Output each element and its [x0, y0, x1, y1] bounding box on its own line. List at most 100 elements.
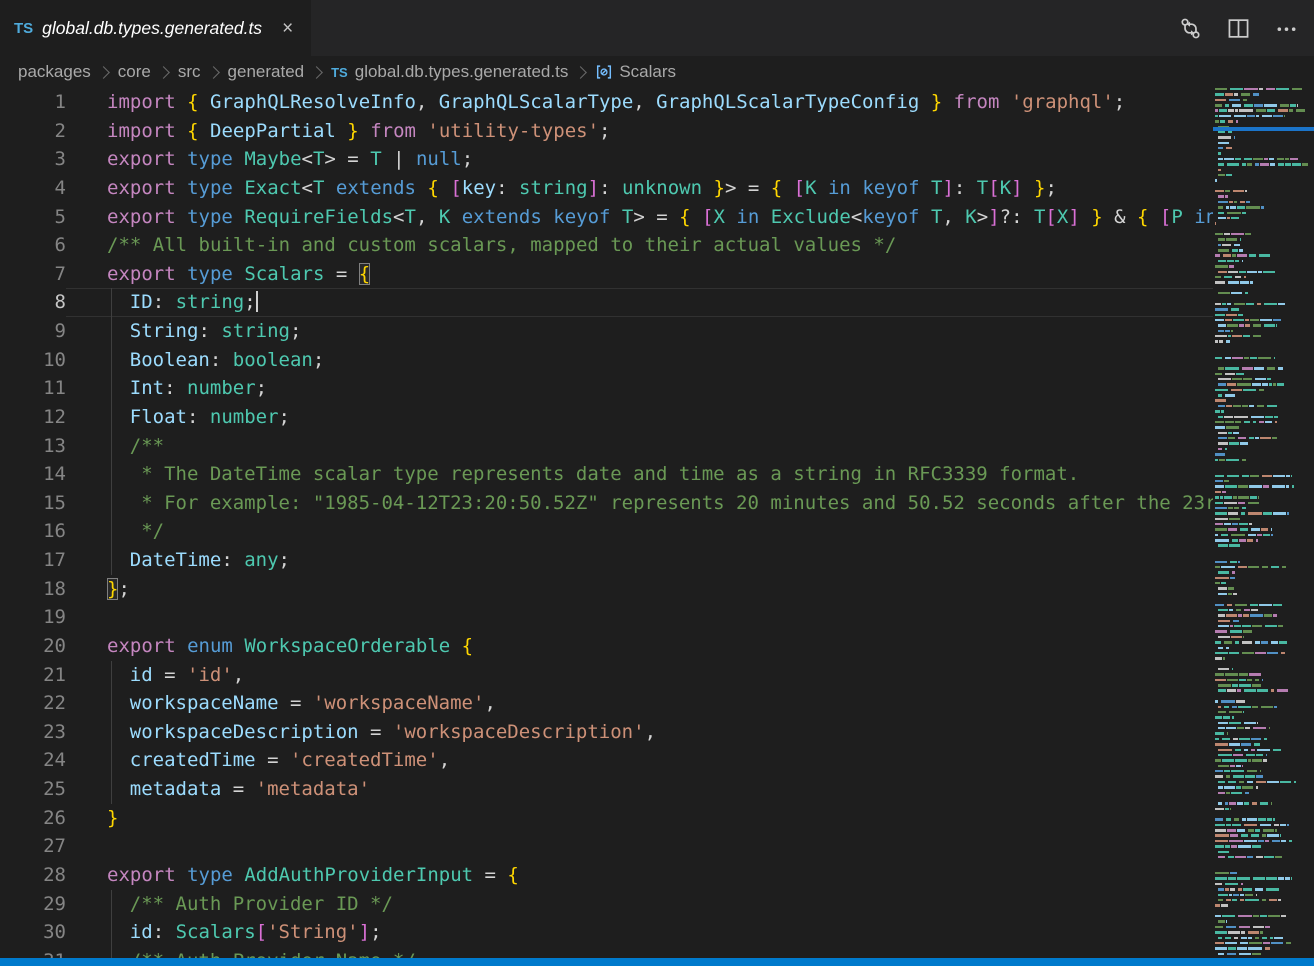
code-line[interactable]: 27 [0, 832, 1213, 861]
code-line[interactable]: 30id: Scalars['String']; [0, 918, 1213, 947]
line-number: 31 [0, 947, 66, 958]
breadcrumb-symbol-name: Scalars [619, 62, 676, 82]
minimap-line [1215, 561, 1240, 563]
close-icon[interactable]: × [278, 17, 297, 40]
more-actions-icon[interactable] [1274, 16, 1298, 40]
minimap-line [1215, 566, 1286, 568]
typescript-file-icon: TS [331, 65, 348, 80]
minimap-line [1218, 937, 1283, 939]
minimap-line [1218, 754, 1267, 756]
line-number: 29 [0, 890, 66, 919]
code-text: id: Scalars['String']; [66, 918, 1213, 947]
bracket-match-highlight: { [359, 263, 370, 285]
minimap-line [1215, 99, 1247, 101]
code-line[interactable]: 8ID: string; [0, 288, 1213, 317]
code-line[interactable]: 18}; [0, 575, 1213, 604]
code-line[interactable]: 15 * For example: "1985-04-12T23:20:50.5… [0, 489, 1213, 518]
line-number: 2 [0, 117, 66, 146]
minimap-line [1215, 109, 1305, 111]
breadcrumb-item-folder[interactable]: src [178, 62, 201, 82]
minimap-line [1218, 888, 1279, 890]
line-number: 27 [0, 832, 66, 861]
minimap[interactable] [1213, 88, 1314, 958]
minimap-line [1218, 706, 1278, 708]
line-number: 6 [0, 231, 66, 260]
line-number: 18 [0, 575, 66, 604]
breadcrumb-item-folder[interactable]: packages [18, 62, 91, 82]
minimap-line [1218, 448, 1227, 450]
minimap-line [1218, 174, 1232, 176]
minimap-line [1218, 571, 1235, 573]
code-line[interactable]: 21id = 'id', [0, 661, 1213, 690]
code-line[interactable]: 7export type Scalars = { [0, 260, 1213, 289]
code-text: String: string; [66, 317, 1213, 346]
code-line[interactable]: 25metadata = 'metadata' [0, 775, 1213, 804]
minimap-line [1215, 673, 1261, 675]
code-line[interactable]: 10Boolean: boolean; [0, 346, 1213, 375]
minimap-current-line-marker [1213, 127, 1314, 131]
minimap-line [1215, 523, 1252, 525]
editor-actions [1178, 0, 1314, 56]
tab-bar: TS global.db.types.generated.ts × [0, 0, 1314, 56]
code-line[interactable]: 24createdTime = 'createdTime', [0, 746, 1213, 775]
minimap-line [1218, 625, 1283, 627]
code-editor[interactable]: 1import { GraphQLResolveInfo, GraphQLSca… [0, 88, 1213, 958]
minimap-line [1218, 765, 1243, 767]
minimap-line [1218, 722, 1258, 724]
code-line[interactable]: 4export type Exact<T extends { [key: str… [0, 174, 1213, 203]
breadcrumb-item-file[interactable]: TS global.db.types.generated.ts [331, 62, 568, 82]
open-changes-icon[interactable] [1178, 16, 1202, 40]
minimap-line [1218, 593, 1239, 595]
code-line[interactable]: 6/** All built-in and custom scalars, ma… [0, 231, 1213, 260]
line-number: 5 [0, 203, 66, 232]
minimap-line [1215, 641, 1287, 643]
code-line[interactable]: 23workspaceDescription = 'workspaceDescr… [0, 718, 1213, 747]
minimap-line [1215, 700, 1245, 702]
code-line[interactable]: 9String: string; [0, 317, 1213, 346]
code-text: ID: string; [66, 288, 1213, 317]
minimap-line [1215, 877, 1292, 879]
minimap-line [1215, 926, 1270, 928]
minimap-line [1218, 620, 1241, 622]
symbol-type-icon [595, 63, 613, 81]
code-line[interactable]: 3export type Maybe<T> = T | null; [0, 145, 1213, 174]
minimap-line [1215, 233, 1251, 235]
minimap-line [1215, 88, 1304, 90]
code-line[interactable]: 31/** Auth Provider Name */ [0, 947, 1213, 958]
code-line[interactable]: 1import { GraphQLResolveInfo, GraphQLSca… [0, 88, 1213, 117]
code-line[interactable]: 5export type RequireFields<T, K extends … [0, 203, 1213, 232]
breadcrumb-item-folder[interactable]: generated [228, 62, 305, 82]
indent-guide [111, 317, 112, 346]
code-line[interactable]: 2import { DeepPartial } from 'utility-ty… [0, 117, 1213, 146]
code-line[interactable]: 29/** Auth Provider ID */ [0, 890, 1213, 919]
minimap-line [1215, 630, 1252, 632]
line-number: 12 [0, 403, 66, 432]
code-line[interactable]: 12Float: number; [0, 403, 1213, 432]
minimap-line [1218, 131, 1233, 133]
minimap-line [1218, 920, 1227, 922]
code-line[interactable]: 16 */ [0, 517, 1213, 546]
code-line[interactable]: 11Int: number; [0, 374, 1213, 403]
minimap-line [1215, 845, 1261, 847]
minimap-line [1215, 732, 1227, 734]
tab-global-db-types-generated[interactable]: TS global.db.types.generated.ts × [0, 0, 311, 56]
code-line[interactable]: 14 * The DateTime scalar type represents… [0, 460, 1213, 489]
code-line[interactable]: 13/** [0, 432, 1213, 461]
minimap-line [1215, 480, 1229, 482]
code-line[interactable]: 26} [0, 804, 1213, 833]
code-line[interactable]: 22workspaceName = 'workspaceName', [0, 689, 1213, 718]
minimap-line [1218, 195, 1228, 197]
code-line[interactable]: 20export enum WorkspaceOrderable { [0, 632, 1213, 661]
line-number: 25 [0, 775, 66, 804]
code-line[interactable]: 17DateTime: any; [0, 546, 1213, 575]
minimap-line [1215, 808, 1230, 810]
minimap-line [1215, 942, 1291, 944]
code-line[interactable]: 19 [0, 603, 1213, 632]
code-line[interactable]: 28export type AddAuthProviderInput = { [0, 861, 1213, 890]
breadcrumb-item-folder[interactable]: core [118, 62, 151, 82]
code-text: metadata = 'metadata' [66, 775, 1213, 804]
breadcrumb-item-symbol[interactable]: Scalars [595, 62, 676, 82]
minimap-line [1215, 281, 1253, 283]
code-text: id = 'id', [66, 661, 1213, 690]
split-editor-icon[interactable] [1226, 16, 1250, 40]
